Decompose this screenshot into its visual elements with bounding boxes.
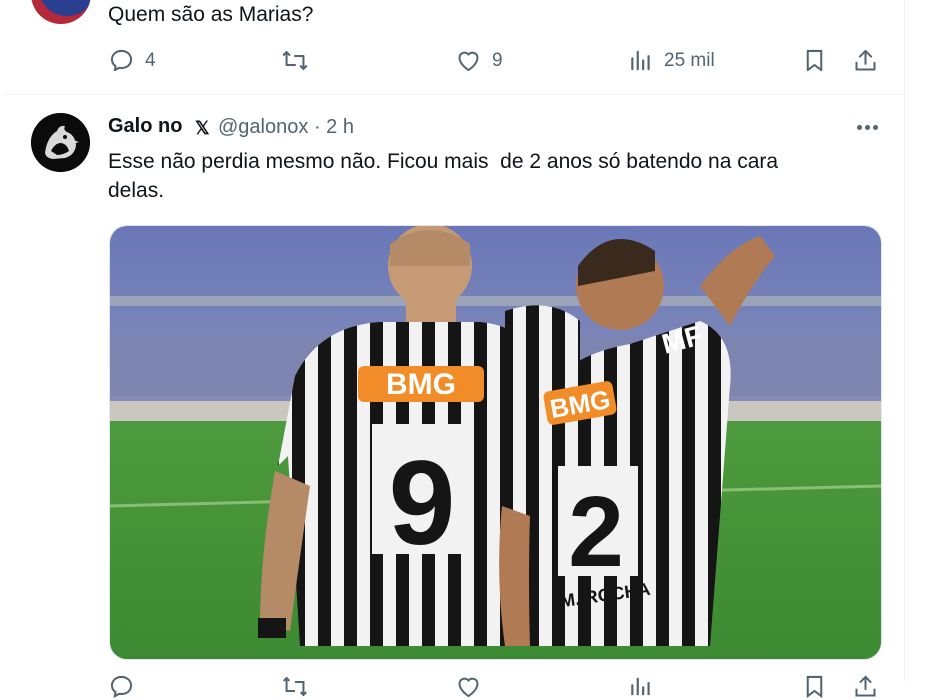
x-logo-icon: 𝕏 [195,118,210,138]
views-icon [631,50,650,71]
more-options-button[interactable] [852,116,882,138]
tweet-text-line: delas. [108,179,165,202]
jersey-number-right: 2 [568,476,624,588]
views-icon [631,677,650,696]
reply-button[interactable]: 4 [108,47,156,74]
rooster-logo [31,113,90,172]
reply-icon [110,49,133,72]
like-count: 9 [492,49,503,71]
author-name[interactable]: Galo no [108,115,182,138]
tweet-text: Quem são as Marias? [108,3,314,26]
like-button[interactable]: 9 [455,47,503,74]
retweet-button[interactable] [281,47,319,74]
bookmark-button[interactable] [801,47,828,74]
bookmark-button[interactable] [801,673,828,700]
share-button[interactable] [852,47,879,74]
author-handle[interactable]: @galonox · 2 h [218,116,354,139]
share-button[interactable] [852,673,879,700]
like-button[interactable] [455,673,482,700]
tweet-text-line: Esse não perdia mesmo não. Ficou mais de… [108,150,779,173]
timeline-border [904,0,905,682]
share-icon [855,675,876,697]
handle-text[interactable]: @galonox [218,116,308,138]
more-dot-icon [872,124,878,130]
tweet-image[interactable]: BMG 9 BMG MF 2 M. ROCHA [109,225,882,660]
heart-icon [458,51,479,72]
more-dot-icon [856,124,862,130]
retweet-button[interactable] [281,673,309,700]
share-icon [855,49,876,71]
sponsor-logo-left: BMG [386,368,456,401]
views-count: 25 mil [664,49,715,71]
avatar[interactable] [31,0,91,24]
more-dot-icon [864,124,870,130]
views-button[interactable]: 25 mil [628,47,715,74]
tweet-time[interactable]: · 2 h [314,116,354,138]
views-button[interactable] [628,673,654,700]
tweet-divider [4,94,904,95]
reply-count: 4 [145,49,156,71]
jersey-number-left: 9 [389,436,456,570]
bookmark-icon [806,49,823,72]
retweet-icon [283,676,307,697]
heart-icon [458,677,479,698]
reply-icon [110,675,133,699]
tweet-text: Esse não perdia mesmo não. Ficou mais de… [108,147,778,205]
football-photo: BMG 9 BMG MF 2 M. ROCHA [110,226,881,659]
avatar[interactable] [31,113,90,172]
reply-button[interactable] [108,673,135,700]
retweet-icon [282,51,308,70]
bookmark-icon [806,675,823,699]
